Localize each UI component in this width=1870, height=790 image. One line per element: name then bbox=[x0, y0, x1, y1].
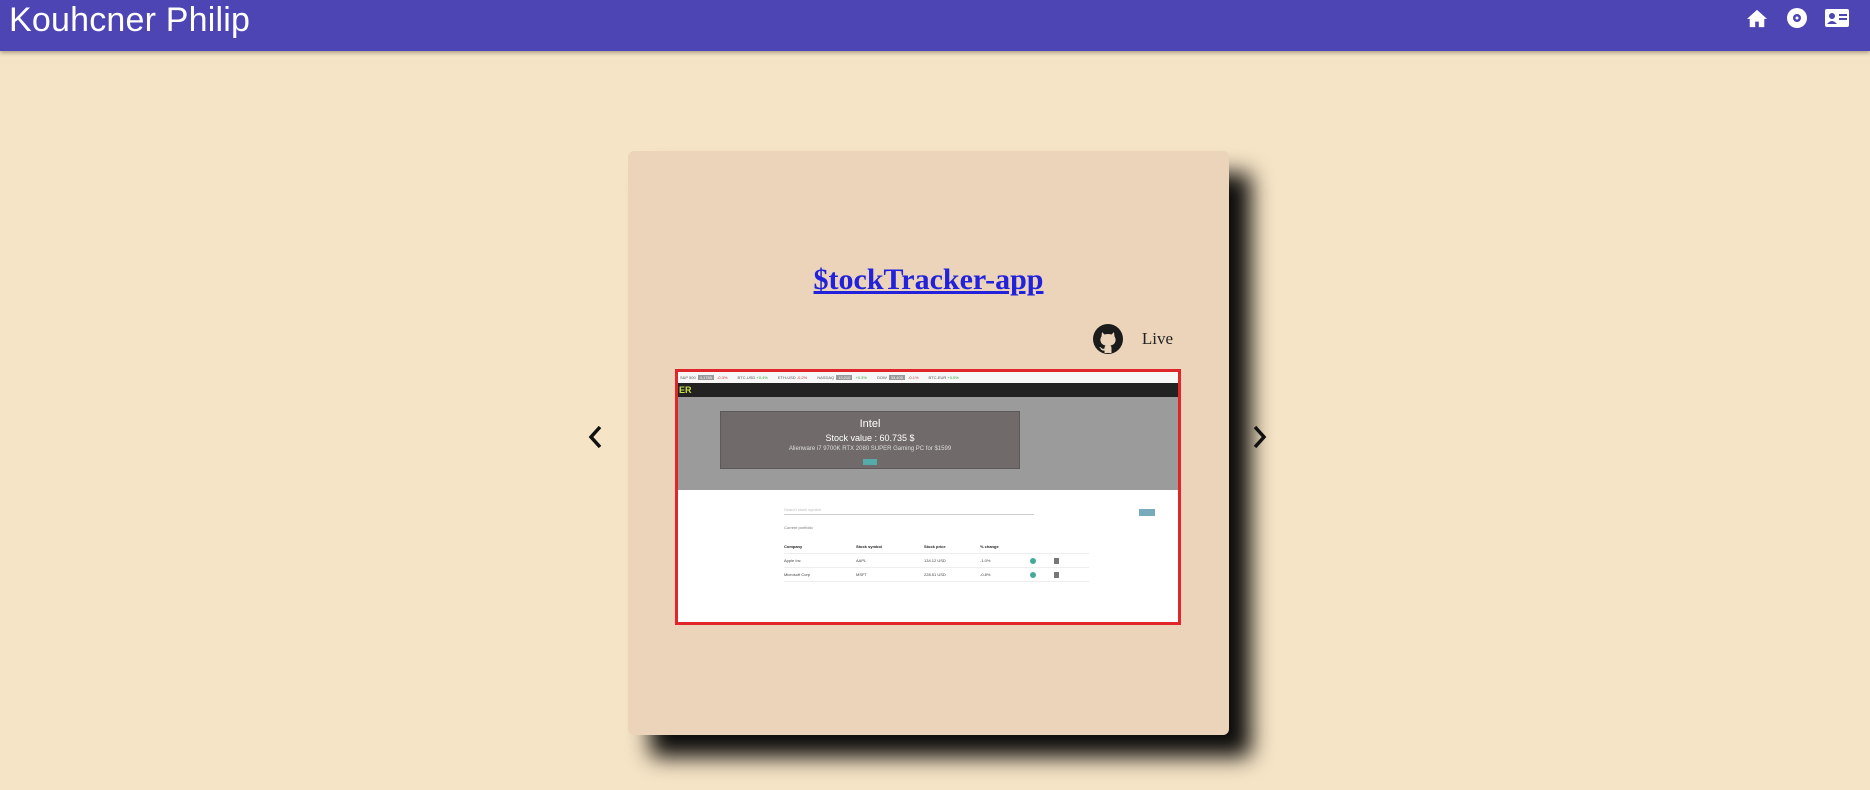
preview-hero-button bbox=[863, 459, 877, 465]
ticker-item: S&P 500 4,1789 -0.3% bbox=[680, 375, 728, 380]
ticker-badge: 33,400 bbox=[888, 375, 905, 380]
preview-search: Search stock symbol bbox=[784, 507, 1155, 517]
table-cell: MSFT bbox=[856, 572, 867, 577]
table-cell: 228.51 USD bbox=[924, 572, 946, 577]
ticker-item: NASDAQ 13,210 +0.3% bbox=[817, 375, 867, 380]
row-delete bbox=[1054, 557, 1078, 564]
table-cell: 134.12 USD bbox=[924, 558, 946, 563]
nav-icons bbox=[1744, 5, 1850, 31]
ticker-symbol: ETH-USD bbox=[777, 375, 796, 380]
ticker-badge: 13,210 bbox=[836, 375, 853, 380]
preview-ticker: S&P 500 4,1789 -0.3% BTC-USD +0.4% ETH-USD … bbox=[678, 372, 1178, 383]
table-header-row: Company Stock symbol Stock price % change bbox=[784, 540, 1089, 554]
info-icon bbox=[1030, 571, 1036, 578]
projects-carousel: $tockTracker-app Live S&P 500 4,1789 -0.3… bbox=[0, 51, 1870, 790]
preview-news: Alienware i7 9700K RTX 2080 SUPER Gaming… bbox=[788, 446, 952, 452]
ticker-item: DOW 33,400 -0.1% bbox=[877, 375, 919, 380]
ticker-change: -0.3% bbox=[715, 375, 728, 380]
project-card: $tockTracker-app Live S&P 500 4,1789 -0.3… bbox=[628, 151, 1229, 735]
ticker-symbol: DOW bbox=[876, 375, 887, 380]
project-links: Live bbox=[1092, 323, 1173, 355]
home-icon[interactable] bbox=[1744, 5, 1770, 31]
ticker-item: BTC-USD +0.4% bbox=[738, 375, 768, 380]
preview-subtext: Current portfolio bbox=[784, 525, 813, 530]
preview-stock-value: Stock value : 60.735 $ bbox=[825, 433, 915, 443]
row-actions bbox=[1030, 557, 1054, 564]
preview-navbar: ER bbox=[678, 383, 1178, 397]
table-cell: -1.0% bbox=[980, 558, 991, 563]
ticker-item: BTC-EUR +0.5% bbox=[929, 375, 959, 380]
table-cell: AAPL bbox=[856, 558, 867, 563]
preview-hero: Intel Stock value : 60.735 $ Alienware i… bbox=[678, 397, 1178, 490]
project-title-link[interactable]: $tockTracker-app bbox=[628, 263, 1229, 297]
app-bar: Kouhcner Philip bbox=[0, 0, 1870, 51]
github-icon[interactable] bbox=[1092, 323, 1124, 355]
table-header-cell: % change bbox=[980, 544, 999, 549]
ticker-badge: 4,1789 bbox=[697, 375, 714, 380]
app-title[interactable]: Kouhcner Philip bbox=[9, 0, 250, 40]
contact-card-icon[interactable] bbox=[1824, 5, 1850, 31]
table-row: Microsoft Corp MSFT 228.51 USD -0.8% bbox=[784, 568, 1089, 582]
trash-icon bbox=[1054, 557, 1059, 564]
table-cell: Apple Inc bbox=[784, 558, 801, 563]
project-screenshot[interactable]: S&P 500 4,1789 -0.3% BTC-USD +0.4% ETH-USD … bbox=[675, 369, 1181, 625]
album-icon[interactable] bbox=[1784, 5, 1810, 31]
live-link[interactable]: Live bbox=[1142, 329, 1173, 349]
table-header-cell: Company bbox=[784, 544, 803, 549]
row-delete bbox=[1054, 571, 1078, 578]
info-icon bbox=[1030, 557, 1036, 564]
ticker-symbol: BTC-EUR bbox=[928, 375, 947, 380]
ticker-symbol: S&P 500 bbox=[680, 375, 696, 380]
preview-search-placeholder: Search stock symbol bbox=[784, 507, 821, 512]
preview-stock-name: Intel bbox=[859, 418, 881, 430]
ticker-item: ETH-USD -0.2% bbox=[778, 375, 807, 380]
preview-table: Company Stock symbol Stock price % change Ap… bbox=[784, 540, 1089, 582]
ticker-change: +0.3% bbox=[854, 375, 867, 380]
ticker-change: +0.4% bbox=[755, 375, 768, 380]
ticker-symbol: NASDAQ bbox=[817, 375, 835, 380]
table-row: Apple Inc AAPL 134.12 USD -1.0% bbox=[784, 554, 1089, 568]
table-header-cell: Stock price bbox=[924, 544, 946, 549]
ticker-change: -0.2% bbox=[795, 375, 808, 380]
table-cell: Microsoft Corp bbox=[784, 572, 811, 577]
preview-search-button bbox=[1139, 509, 1155, 516]
ticker-symbol: BTC-USD bbox=[737, 375, 756, 380]
table-cell: -0.8% bbox=[980, 572, 991, 577]
chevron-right-icon[interactable] bbox=[1245, 417, 1275, 457]
row-actions bbox=[1030, 571, 1054, 578]
chevron-left-icon[interactable] bbox=[580, 417, 610, 457]
ticker-change: +0.5% bbox=[946, 375, 959, 380]
ticker-change: -0.1% bbox=[906, 375, 919, 380]
preview-search-underline bbox=[784, 514, 1034, 515]
trash-icon bbox=[1054, 571, 1059, 578]
table-header-cell: Stock symbol bbox=[856, 544, 883, 549]
preview-stock-card: Intel Stock value : 60.735 $ Alienware i… bbox=[720, 411, 1020, 469]
